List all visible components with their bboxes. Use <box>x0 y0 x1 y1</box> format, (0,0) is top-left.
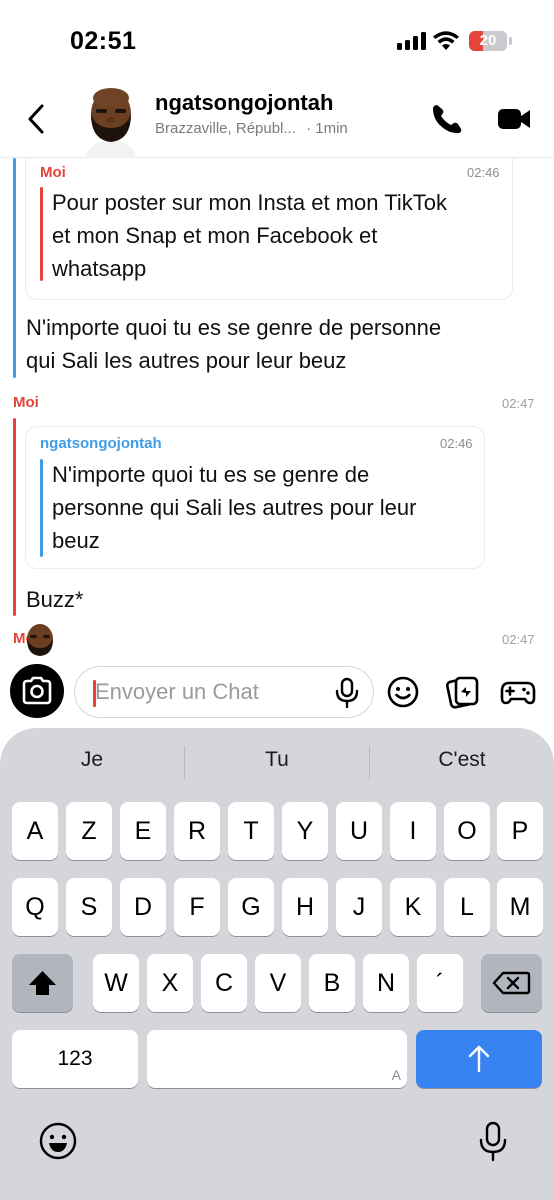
moi-message-bar <box>13 418 16 616</box>
back-chevron-icon[interactable] <box>22 102 52 136</box>
video-icon[interactable] <box>496 104 532 134</box>
contact-status: Brazzaville, Républ... · 1min <box>155 120 348 137</box>
chat-input-placeholder: Envoyer un Chat <box>95 679 259 704</box>
status-bar: 02:51 20 <box>0 0 554 80</box>
key-f[interactable]: F <box>174 878 220 936</box>
quote-sender: ngatsongojontah <box>40 435 162 452</box>
suggestion-1[interactable]: Je <box>0 748 184 784</box>
message-time: 02:47 <box>502 396 535 411</box>
key-n[interactable]: N <box>363 954 409 1012</box>
key-t[interactable]: T <box>228 802 274 860</box>
key-h[interactable]: H <box>282 878 328 936</box>
key-l[interactable]: L <box>444 878 490 936</box>
key-y[interactable]: Y <box>282 802 328 860</box>
emoji-icon[interactable] <box>386 675 420 709</box>
message-text: N'importe quoi tu es se genre de personn… <box>26 315 442 373</box>
backspace-key[interactable] <box>481 954 542 1012</box>
key-a[interactable]: A <box>12 802 58 860</box>
quote-bar <box>40 187 43 281</box>
cellular-signal-icon <box>397 32 427 50</box>
last-seen: · 1min <box>306 120 348 137</box>
quote-time: 02:46 <box>440 436 473 451</box>
key-g[interactable]: G <box>228 878 274 936</box>
key-d[interactable]: D <box>120 878 166 936</box>
key-acute-accent[interactable]: ´ <box>417 954 463 1012</box>
quoted-message[interactable]: Moi 02:46 Pour poster sur mon Insta et m… <box>25 158 513 300</box>
space-key-label: A <box>391 1067 401 1083</box>
key-p[interactable]: P <box>497 802 543 860</box>
keyboard: Je Tu C'est A Z E R T Y U I O P Q S D F … <box>0 728 554 1200</box>
key-x[interactable]: X <box>147 954 193 1012</box>
status-time: 02:51 <box>70 27 137 55</box>
key-m[interactable]: M <box>497 878 543 936</box>
camera-button[interactable] <box>10 664 64 718</box>
key-s[interactable]: S <box>66 878 112 936</box>
quote-time: 02:46 <box>467 165 500 180</box>
battery-icon: 20 <box>469 31 507 51</box>
battery-nub <box>509 37 512 45</box>
key-i[interactable]: I <box>390 802 436 860</box>
contact-message-bar <box>13 158 16 378</box>
key-v[interactable]: V <box>255 954 301 1012</box>
message-text: Buzz* <box>26 587 84 612</box>
contact-avatar[interactable] <box>80 84 142 158</box>
key-e[interactable]: E <box>120 802 166 860</box>
composer-bar: Envoyer un Chat <box>0 658 554 728</box>
keyboard-emoji-icon[interactable] <box>38 1121 78 1161</box>
quoted-message[interactable]: ngatsongojontah 02:46 N'importe quoi tu … <box>25 426 485 569</box>
message-time: 02:47 <box>502 632 535 647</box>
quote-sender: Moi <box>40 164 66 181</box>
key-j[interactable]: J <box>336 878 382 936</box>
key-b[interactable]: B <box>309 954 355 1012</box>
key-o[interactable]: O <box>444 802 490 860</box>
camera-icon <box>22 676 52 705</box>
sticker-icon[interactable] <box>446 675 480 709</box>
chat-header: ngatsongojontah Brazzaville, Républ... ·… <box>0 80 554 158</box>
phone-icon[interactable] <box>430 102 464 136</box>
chat-input[interactable]: Envoyer un Chat <box>74 666 374 718</box>
backspace-icon <box>492 971 531 995</box>
contact-location: Brazzaville, Républ... <box>155 120 296 137</box>
key-k[interactable]: K <box>390 878 436 936</box>
shift-key[interactable] <box>12 954 73 1012</box>
message-list[interactable]: Moi 02:46 Pour poster sur mon Insta et m… <box>0 158 554 658</box>
shift-icon <box>29 971 56 995</box>
numbers-key[interactable]: 123 <box>12 1030 138 1088</box>
dictation-microphone-icon[interactable] <box>478 1121 508 1163</box>
wifi-icon <box>433 31 459 50</box>
game-controller-icon[interactable] <box>500 677 536 707</box>
key-c[interactable]: C <box>201 954 247 1012</box>
key-z[interactable]: Z <box>66 802 112 860</box>
send-key[interactable] <box>416 1030 542 1088</box>
contact-name[interactable]: ngatsongojontah <box>155 90 333 116</box>
send-arrow-icon <box>468 1045 490 1073</box>
key-w[interactable]: W <box>93 954 139 1012</box>
quote-bar <box>40 459 43 557</box>
typing-bitmoji-avatar <box>27 624 53 656</box>
suggestion-3[interactable]: C'est <box>370 748 554 784</box>
battery-level: 20 <box>479 32 497 49</box>
sender-label: Moi <box>13 394 39 411</box>
key-u[interactable]: U <box>336 802 382 860</box>
key-q[interactable]: Q <box>12 878 58 936</box>
quote-text: Pour poster sur mon Insta et mon TikTok … <box>52 190 447 281</box>
quote-text: N'importe quoi tu es se genre de personn… <box>52 462 417 553</box>
space-key[interactable]: A <box>147 1030 407 1088</box>
suggestion-2[interactable]: Tu <box>185 748 369 784</box>
microphone-icon[interactable] <box>332 677 362 709</box>
key-r[interactable]: R <box>174 802 220 860</box>
